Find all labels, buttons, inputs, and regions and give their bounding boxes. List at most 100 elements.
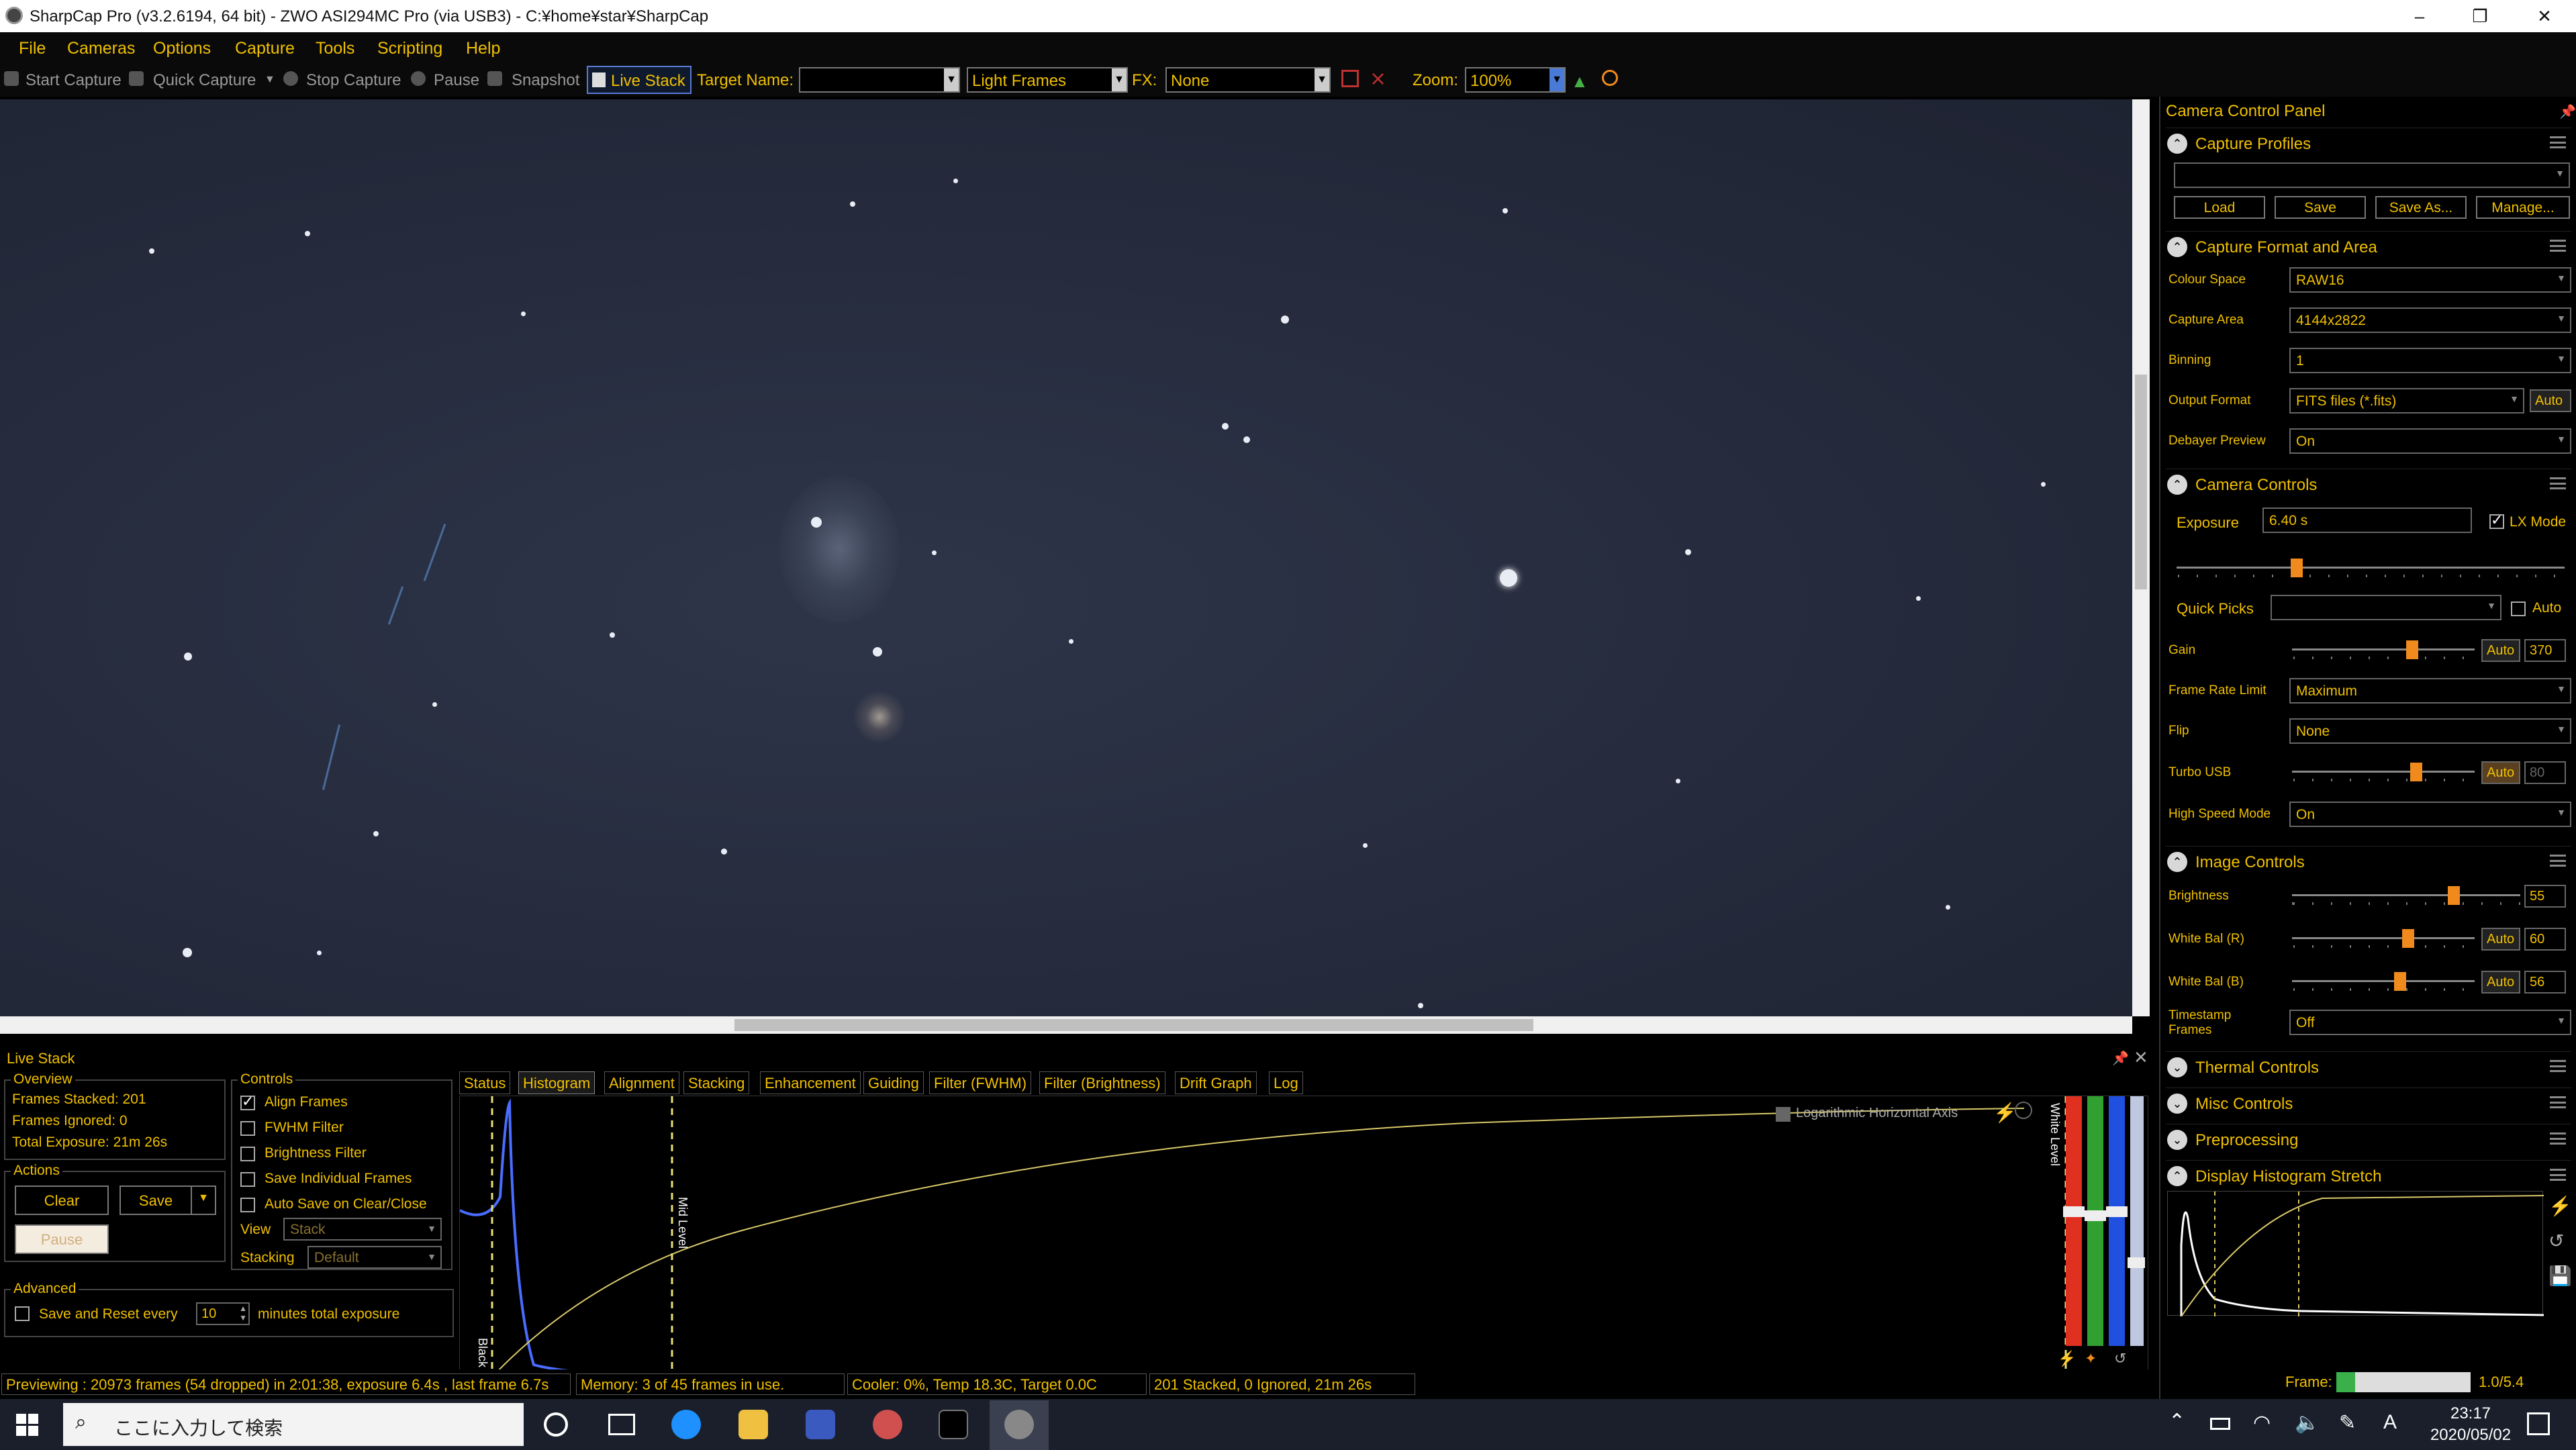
white-bal-b-value-input[interactable]: 56 [2524,971,2566,994]
menu-icon[interactable] [2550,240,2566,252]
menu-icon[interactable] [2550,855,2566,867]
lightning-icon[interactable]: ⚡ [1993,1102,2017,1124]
tab-filter-fwhm[interactable]: Filter (FWHM) [929,1071,1032,1094]
close-icon[interactable]: ✕ [2134,1047,2148,1068]
tab-alignment[interactable]: Alignment [604,1071,679,1094]
level-handle[interactable] [2128,1257,2145,1268]
taskbar-time[interactable]: 23:17 [2430,1404,2511,1423]
save-individual-checkbox[interactable] [240,1172,255,1187]
menu-cameras[interactable]: Cameras [67,39,135,58]
zoom-select[interactable]: 100% ▼ [1465,67,1566,93]
chevron-up-icon[interactable]: ⌃ [2168,1410,2185,1433]
colour-space-select[interactable]: RAW16 ▼ [2289,267,2571,293]
fx-select[interactable]: None ▼ [1165,67,1331,93]
section-display-histogram-stretch[interactable]: ⌃ Display Histogram Stretch [2166,1160,2571,1191]
menu-capture[interactable]: Capture [235,39,295,58]
reset-icon[interactable]: ↺ [2548,1230,2564,1252]
slider-thumb[interactable] [2410,763,2422,781]
level-handle[interactable] [2063,1206,2085,1217]
crosshair-off-icon[interactable]: ⨯ [1370,67,1386,91]
tab-guiding[interactable]: Guiding [863,1071,924,1094]
level-handle[interactable] [2085,1210,2106,1221]
histogram-icon[interactable]: ▲ [1571,71,1588,92]
windows-start-icon[interactable] [16,1414,39,1437]
save-dropdown-icon[interactable]: ▼ [191,1186,216,1215]
reticle-icon[interactable] [1341,70,1359,87]
stretch-histogram[interactable] [2167,1191,2544,1317]
target-name-input[interactable]: ▼ [799,67,960,93]
profile-save-button[interactable]: Save [2275,196,2366,219]
reset-icon[interactable] [2015,1102,2032,1119]
white-bal-r-value-input[interactable]: 60 [2524,928,2566,951]
binning-select[interactable]: 1 ▼ [2289,348,2571,373]
tab-drift-graph[interactable]: Drift Graph [1175,1071,1257,1094]
maximize-button[interactable]: ❐ [2453,0,2507,32]
debayer-select[interactable]: On ▼ [2289,428,2571,454]
frame-type-select[interactable]: Light Frames ▼ [967,67,1128,93]
pen-icon[interactable]: ✎ [2339,1411,2356,1435]
internet-explorer-icon[interactable] [671,1410,701,1439]
profile-save-as-button[interactable]: Save As... [2375,196,2467,219]
stacking-select[interactable]: Default ▼ [307,1246,442,1269]
save-icon[interactable]: 💾 [2548,1265,2572,1287]
stack-histogram[interactable]: Black Level Mid Level White Level Logari… [459,1096,2148,1400]
frame-rate-select[interactable]: Maximum ▼ [2289,678,2571,704]
reset-icon[interactable]: ↺ [2114,1350,2126,1367]
menu-icon[interactable] [2550,1169,2566,1181]
scrollbar-thumb[interactable] [734,1019,1533,1031]
menu-options[interactable]: Options [153,39,211,58]
snapshot-button[interactable]: Snapshot [512,71,579,90]
turbo-value-input[interactable]: 80 [2524,761,2566,784]
pause-button[interactable]: Pause [434,71,479,90]
tab-status[interactable]: Status [459,1071,511,1094]
lx-mode-checkbox[interactable] [2489,512,2504,529]
menu-icon[interactable] [2550,1060,2566,1072]
tab-filter-brightness[interactable]: Filter (Brightness) [1039,1071,1165,1094]
quick-picks-select[interactable]: ▼ [2271,595,2501,620]
red-level-bar[interactable] [2066,1096,2082,1346]
white-bal-r-slider[interactable] [2292,929,2475,952]
menu-icon[interactable] [2550,477,2566,489]
menu-file[interactable]: File [19,39,46,58]
tab-stacking[interactable]: Stacking [683,1071,750,1094]
slider-thumb[interactable] [2406,640,2418,659]
preview-horizontal-scrollbar[interactable] [0,1016,2132,1034]
lightning-icon[interactable]: ⚡ [2548,1195,2572,1217]
channel-level-bars[interactable] [2058,1096,2145,1346]
slider-thumb[interactable] [2448,886,2460,905]
fwhm-filter-checkbox[interactable] [240,1121,255,1136]
scrollbar-thumb[interactable] [2135,375,2147,589]
section-capture-format[interactable]: ⌃ Capture Format and Area [2166,231,2571,262]
save-reset-input[interactable]: 10 ▲ ▼ [196,1302,250,1325]
clear-button[interactable]: Clear [15,1186,109,1215]
turbo-auto-button[interactable]: Auto [2481,761,2520,784]
brightness-value-input[interactable]: 55 [2524,885,2566,908]
tab-histogram[interactable]: Histogram [518,1071,595,1094]
gain-slider[interactable] [2292,640,2475,663]
high-speed-select[interactable]: On ▼ [2289,802,2571,827]
section-capture-profiles[interactable]: ⌃ Capture Profiles [2166,128,2571,158]
volume-icon[interactable]: 🔈 [2295,1411,2320,1435]
white-bal-b-slider[interactable] [2292,972,2475,995]
star-icon[interactable]: ✦ [2085,1350,2097,1367]
close-button[interactable]: ✕ [2518,0,2571,32]
menu-tools[interactable]: Tools [316,39,354,58]
profile-select[interactable]: ▼ [2174,162,2570,188]
stop-capture-button[interactable]: Stop Capture [306,71,401,90]
notification-icon[interactable] [2527,1412,2550,1435]
slider-thumb[interactable] [2402,929,2414,948]
menu-icon[interactable] [2550,1132,2566,1145]
timestamp-select[interactable]: Off ▼ [2289,1010,2571,1035]
live-stack-button[interactable]: Live Stack [587,66,691,94]
white-bal-r-auto-button[interactable]: Auto [2481,928,2520,951]
turbo-usb-slider[interactable] [2292,763,2475,785]
camera-preview[interactable] [0,99,2132,1016]
brightness-filter-checkbox[interactable] [240,1147,255,1161]
section-misc-controls[interactable]: ⌄ Misc Controls [2166,1088,2571,1118]
tab-enhancement[interactable]: Enhancement [760,1071,861,1094]
phd-guiding-icon[interactable] [939,1410,968,1439]
flip-select[interactable]: None ▼ [2289,718,2571,744]
battery-icon[interactable] [2210,1418,2230,1430]
slider-thumb[interactable] [2394,972,2406,991]
exposure-slider[interactable] [2177,559,2565,581]
